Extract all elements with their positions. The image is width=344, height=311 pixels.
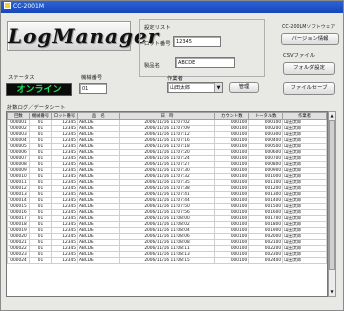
column-header[interactable]: トータル数	[248, 112, 284, 120]
device-number-label: 機械番号	[81, 75, 103, 81]
software-label: CC-200LMソフトウェア	[282, 25, 336, 30]
scroll-down-arrow-icon[interactable]: ▼	[329, 288, 335, 296]
operator-select[interactable]: 山田太郎 ▼	[167, 82, 223, 93]
scrollbar-thumb[interactable]	[329, 120, 335, 270]
app-icon	[4, 2, 11, 9]
manage-button[interactable]: 管理	[229, 82, 259, 93]
table-cell: 000006	[7, 149, 30, 156]
operator-label: 作業者	[167, 76, 183, 82]
table-cell: 000024	[7, 257, 30, 264]
vertical-scrollbar[interactable]: ▲ ▼	[328, 111, 336, 297]
table-cell: 山田太郎	[282, 257, 327, 264]
table-cell: 000016	[7, 209, 30, 216]
table-cell: 000009	[7, 167, 30, 174]
folder-settings-button[interactable]: フォルダ設定	[283, 62, 335, 75]
table-cell: 000019	[7, 227, 30, 234]
table-cell: 000014	[7, 197, 30, 204]
table-cell: 000008	[7, 161, 30, 168]
column-header[interactable]: 機械番号	[28, 112, 52, 120]
table-header-row: 回数 機械番号 ロット番号品 名日 時カウント数 トータル数 作業者	[7, 112, 327, 120]
lot-number-field[interactable]: 12345	[173, 36, 221, 47]
table-cell: 000020	[7, 233, 30, 240]
datasheet-label: 計数ログ／データシート	[7, 105, 66, 111]
product-name-label: 製品名	[144, 63, 160, 69]
column-header[interactable]: カウント数	[214, 112, 250, 120]
chevron-down-icon[interactable]: ▼	[214, 83, 222, 92]
table-cell: 000005	[7, 143, 30, 150]
status-label: ステータス	[8, 75, 35, 81]
table-row[interactable]: 000024 01 12345 ABCDE 2006/11/16 11:08:15 000…	[7, 257, 327, 264]
table-cell: 000011	[7, 179, 30, 186]
csv-section-label: CSVファイル	[283, 53, 315, 59]
table-cell: 000021	[7, 239, 30, 246]
app-window: CC-2001M LogManager ステータス オンライン 機械番号 01 …	[0, 0, 344, 311]
title-bar[interactable]: CC-2001M	[1, 1, 343, 13]
table-cell: 000100	[214, 257, 250, 264]
scroll-up-arrow-icon[interactable]: ▲	[329, 112, 335, 120]
table-cell: 000015	[7, 203, 30, 210]
table-cell: 002400	[248, 257, 284, 264]
table-cell: 000010	[7, 173, 30, 180]
column-header[interactable]: 日 時	[118, 112, 216, 120]
table-cell: 000022	[7, 245, 30, 252]
product-name-field[interactable]: ABCDE	[175, 57, 235, 68]
table-cell: 000013	[7, 191, 30, 198]
file-save-button[interactable]: ファイルセーブ	[283, 82, 335, 95]
table-cell: 000018	[7, 221, 30, 228]
table-cell: 000023	[7, 251, 30, 258]
lot-number-label: ロット番号	[144, 41, 171, 47]
column-header[interactable]: 品 名	[76, 112, 120, 120]
log-table: 回数 機械番号 ロット番号品 名日 時カウント数 トータル数 作業者 000001 01 1…	[7, 112, 327, 264]
version-info-button[interactable]: バージョン情報	[281, 33, 339, 45]
column-header[interactable]: 回数	[7, 112, 30, 120]
table-cell: 000003	[7, 131, 30, 138]
table-cell: 000012	[7, 185, 30, 192]
settings-section-label: 設定リスト	[144, 25, 171, 31]
table-cell: 2006/11/16 11:08:15	[118, 257, 216, 264]
table-cell: ABCDE	[76, 257, 120, 264]
status-display: オンライン	[6, 83, 72, 96]
device-number-field[interactable]: 01	[79, 83, 107, 94]
column-header[interactable]: 作業者	[282, 112, 327, 120]
table-cell: 01	[28, 257, 52, 264]
log-table-container[interactable]: 回数 機械番号 ロット番号品 名日 時カウント数 トータル数 作業者 000001 01 1…	[6, 111, 328, 297]
window-title: CC-2001M	[13, 3, 44, 10]
table-cell: 000007	[7, 155, 30, 162]
table-cell: 12345	[50, 257, 78, 264]
app-logo: LogManager	[7, 21, 158, 51]
table-cell: 000004	[7, 137, 30, 144]
column-header[interactable]: ロット番号	[50, 112, 78, 120]
table-cell: 000017	[7, 215, 30, 222]
operator-select-value: 山田太郎	[170, 85, 191, 91]
table-cell: 000001	[7, 119, 30, 126]
table-cell: 000002	[7, 125, 30, 132]
